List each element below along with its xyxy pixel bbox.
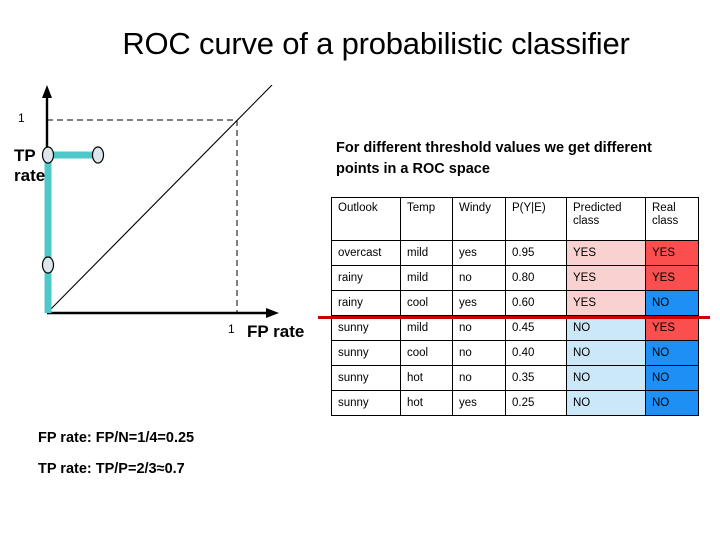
footnote-fp-rate: FP rate: FP/N=1/4=0.25: [38, 430, 195, 446]
cell-temp: cool: [400, 340, 453, 366]
cell-temp: cool: [400, 290, 453, 316]
roc-chart: [0, 85, 330, 345]
y-axis-title-line2: rate: [14, 166, 46, 185]
cell-real-class: YES: [645, 240, 699, 266]
roc-curve-line: [44, 151, 98, 313]
cell-outlook: rainy: [331, 265, 401, 291]
cell-temp: mild: [400, 265, 453, 291]
x-axis-title: FP rate: [247, 322, 305, 341]
footnote-tp-rate: TP rate: TP/P=2/3≈0.7: [38, 461, 185, 477]
cell-temp: mild: [400, 240, 453, 266]
cell-temp: hot: [400, 365, 453, 391]
cell-windy: no: [452, 315, 506, 341]
cell-windy: yes: [452, 390, 506, 416]
cell-predicted-class: YES: [566, 290, 646, 316]
cell-real-class: NO: [645, 340, 699, 366]
cell-temp: mild: [400, 315, 453, 341]
cell-predicted-class: NO: [566, 340, 646, 366]
cell-predicted-class: YES: [566, 240, 646, 266]
cell-temp: hot: [400, 390, 453, 416]
cell-outlook: sunny: [331, 390, 401, 416]
cell-outlook: sunny: [331, 365, 401, 391]
threshold-rule: [318, 316, 710, 319]
cell-probability: 0.45: [505, 315, 567, 341]
cell-windy: no: [452, 340, 506, 366]
x-axis-tick-label-1: 1: [228, 322, 235, 336]
y-axis-tick-label-1: 1: [18, 111, 25, 125]
y-axis-title: TP rate: [14, 146, 45, 186]
cell-probability: 0.35: [505, 365, 567, 391]
chance-diagonal-line: [46, 85, 273, 314]
cell-outlook: overcast: [331, 240, 401, 266]
column-header-real-class: Real class: [645, 197, 699, 241]
cell-probability: 0.95: [505, 240, 567, 266]
table-row: overcast mild yes 0.95 YES YES: [331, 240, 699, 266]
cell-predicted-class: NO: [566, 365, 646, 391]
cell-windy: yes: [452, 240, 506, 266]
cell-windy: no: [452, 265, 506, 291]
column-header-predicted-class: Predicted class: [566, 197, 646, 241]
predictions-table: Outlook Temp Windy P(Y|E) Predicted clas…: [331, 197, 699, 416]
table-row: sunny mild no 0.45 NO YES: [331, 315, 699, 341]
table-row: sunny cool no 0.40 NO NO: [331, 340, 699, 366]
roc-chart-canvas: [41, 85, 279, 318]
table-header-row: Outlook Temp Windy P(Y|E) Predicted clas…: [331, 197, 699, 241]
roc-point-marker: [91, 146, 105, 164]
page-title: ROC curve of a probabilistic classifier: [122, 26, 630, 61]
cell-real-class: YES: [645, 265, 699, 291]
cell-predicted-class: NO: [566, 315, 646, 341]
cell-outlook: sunny: [331, 315, 401, 341]
cell-probability: 0.25: [505, 390, 567, 416]
cell-real-class: NO: [645, 290, 699, 316]
cell-probability: 0.40: [505, 340, 567, 366]
column-header-probability: P(Y|E): [505, 197, 567, 241]
y-axis-title-line1: TP: [14, 146, 36, 165]
table-row: rainy cool yes 0.60 YES NO: [331, 290, 699, 316]
x-axis-arrowhead: [266, 308, 279, 318]
table-row: sunny hot no 0.35 NO NO: [331, 365, 699, 391]
table-row: rainy mild no 0.80 YES YES: [331, 265, 699, 291]
table-row: sunny hot yes 0.25 NO NO: [331, 390, 699, 416]
column-header-outlook: Outlook: [331, 197, 401, 241]
cell-predicted-class: NO: [566, 390, 646, 416]
cell-windy: no: [452, 365, 506, 391]
cell-real-class: YES: [645, 315, 699, 341]
threshold-caption: For different threshold values we get di…: [336, 140, 652, 177]
predictions-table-container: Outlook Temp Windy P(Y|E) Predicted clas…: [331, 197, 699, 416]
table-body: overcast mild yes 0.95 YES YES rainy mild no 0.80…: [331, 240, 699, 416]
cell-outlook: sunny: [331, 340, 401, 366]
cell-probability: 0.80: [505, 265, 567, 291]
y-axis-arrowhead: [42, 85, 52, 98]
cell-real-class: NO: [645, 390, 699, 416]
column-header-windy: Windy: [452, 197, 506, 241]
cell-real-class: NO: [645, 365, 699, 391]
roc-point-marker: [41, 256, 55, 274]
column-header-temp: Temp: [400, 197, 453, 241]
cell-outlook: rainy: [331, 290, 401, 316]
cell-predicted-class: YES: [566, 265, 646, 291]
cell-windy: yes: [452, 290, 506, 316]
cell-probability: 0.60: [505, 290, 567, 316]
